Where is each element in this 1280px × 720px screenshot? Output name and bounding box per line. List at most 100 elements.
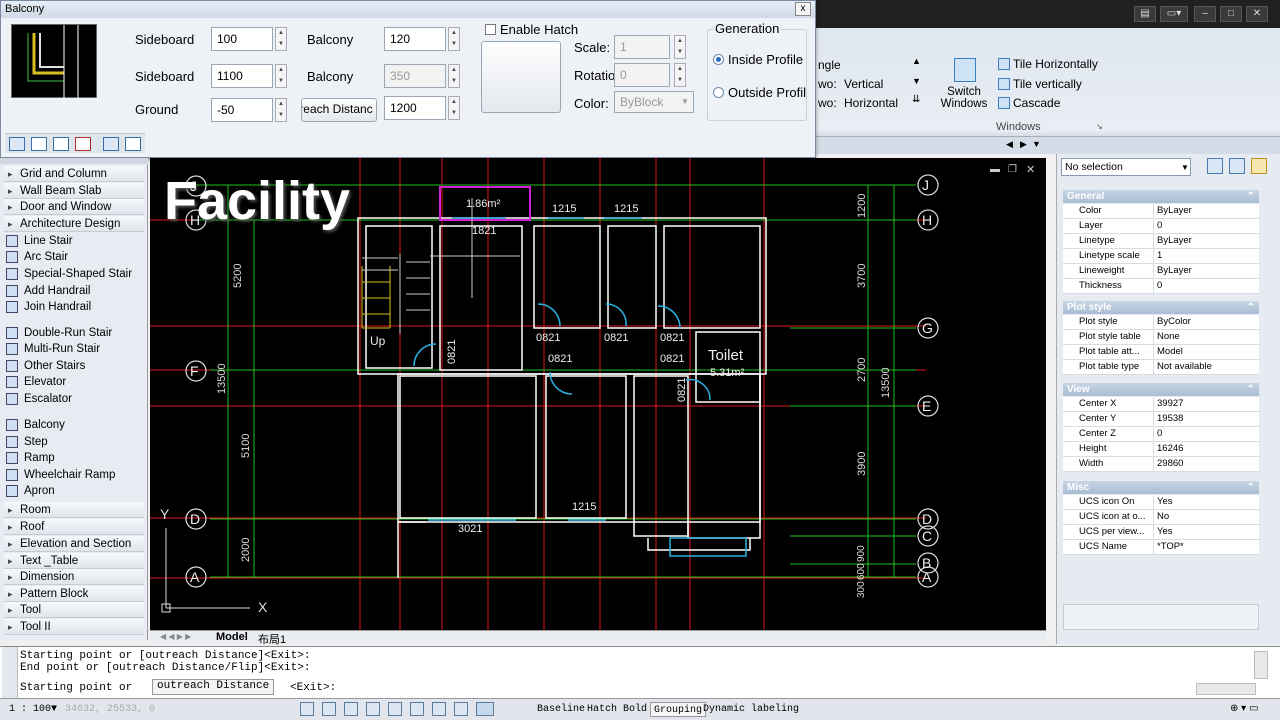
toolbar-icon[interactable]: ▤ [1134,6,1156,22]
spin-icon[interactable]: ▲ ▼ [275,98,287,122]
snap-toggle-icon[interactable] [322,702,336,716]
category-text-table[interactable]: Text _Table [4,553,144,569]
balcony-type-3-icon[interactable] [53,137,69,151]
category-wall-beam-slab[interactable]: Wall Beam Slab [4,183,144,199]
ortho-toggle-icon[interactable] [344,702,358,716]
scale-selector[interactable]: 1 : 100▼ [6,702,60,717]
property-row[interactable]: Center X 39927 [1063,397,1259,412]
otrack-toggle-icon[interactable] [410,702,424,716]
tool-item-ramp[interactable]: Ramp [4,450,144,466]
spin-icon[interactable]: ▲ ▼ [448,64,460,88]
scroll-up-icon[interactable]: ▲ [912,56,921,66]
status-dynamic-labeling[interactable]: Dynamic labeling [700,702,802,717]
property-value[interactable]: 0 [1153,279,1259,294]
hatch-pattern-button[interactable] [481,41,561,113]
section-header-general[interactable]: General ⌃ [1063,190,1259,203]
category-tool[interactable]: Tool [4,602,144,618]
select-icon[interactable] [125,137,141,151]
tool-item-line-stair[interactable]: Line Stair [4,233,144,249]
property-row[interactable]: UCS icon On Yes [1063,495,1259,510]
property-value[interactable]: Yes [1153,525,1259,540]
ribbon-list[interactable]: ngle wo: Vertical wo: Horizontal ▲ ▼ ⇊ [816,52,926,120]
toggle-pickadd-icon[interactable] [1207,158,1223,174]
tool-item-arc-stair[interactable]: Arc Stair [4,249,144,265]
rotation-input[interactable]: 0 [614,63,670,87]
property-value[interactable]: None [1153,330,1259,345]
section-header-misc[interactable]: Misc ⌃ [1063,481,1259,494]
canvas-restore-icon[interactable]: ❐ [1008,164,1017,175]
spin-icon[interactable]: ▲ ▼ [448,96,460,120]
spin-icon[interactable]: ▲ ▼ [674,63,686,87]
section-header-view[interactable]: View ⌃ [1063,383,1259,396]
select-objects-icon[interactable] [1229,158,1245,174]
view-dropdown-icon[interactable]: ▭▾ [1160,6,1188,22]
property-value[interactable]: ByLayer [1153,204,1259,219]
tool-item-elevator[interactable]: Elevator [4,374,144,390]
model-space-icon[interactable] [476,702,494,716]
property-value[interactable]: 29860 [1153,457,1259,472]
property-row[interactable]: Layer 0 [1063,219,1259,234]
property-row[interactable]: Plot style ByColor [1063,315,1259,330]
property-row[interactable]: Center Z0 [1063,427,1259,442]
status-hatch[interactable]: Hatch [584,702,620,717]
dyn-toggle-icon[interactable] [454,702,468,716]
draw-line-icon[interactable] [75,137,91,151]
lineweight-toggle-icon[interactable] [432,702,446,716]
category-roof[interactable]: Roof [4,519,144,535]
property-row[interactable]: Linetype scale 1 [1063,249,1259,264]
sideboard-input-1[interactable]: 100 [211,27,273,51]
spin-icon[interactable]: ▲ ▼ [448,27,460,51]
polar-toggle-icon[interactable] [366,702,380,716]
spin-icon[interactable]: ▲ ▼ [275,64,287,88]
horizontal-option[interactable]: Horizontal [844,96,898,110]
category-door-and-window[interactable]: Door and Window [4,199,144,215]
property-row[interactable]: Center Y 19538 [1063,412,1259,427]
tool-item-join-handrail[interactable]: Join Handrail [4,299,144,315]
enable-hatch-checkbox[interactable] [485,24,496,35]
outreach-distance-input[interactable]: 1200 [384,96,446,120]
property-value[interactable]: No [1153,510,1259,525]
property-row[interactable]: UCS Name *TOP* [1063,540,1259,555]
dialog-close-button[interactable]: x [795,2,811,16]
tool-item-wheelchair-ramp[interactable]: Wheelchair Ramp [4,467,144,483]
tool-item-apron[interactable]: Apron [4,483,144,499]
command-scrollbar[interactable] [1254,651,1268,679]
property-value[interactable]: ByColor [1153,315,1259,330]
drawing-canvas[interactable]: Facility ▬ ❐ ✕ J H F D A J H G E D C B A… [150,158,1046,630]
tool-item-other-stairs[interactable]: Other Stairs [4,358,144,374]
outreach-distance-option[interactable]: outreach Distance [152,679,275,695]
selection-dropdown[interactable]: No selection [1061,158,1191,176]
quick-select-icon[interactable] [1251,158,1267,174]
property-value[interactable]: ByLayer [1153,264,1259,279]
property-value[interactable]: Yes [1153,495,1259,510]
property-row[interactable]: Plot table type Not available [1063,360,1259,375]
property-row[interactable]: Height 16246 [1063,442,1259,457]
grid-toggle-icon[interactable] [300,702,314,716]
ground-input[interactable]: -50 [211,98,273,122]
property-row[interactable]: Plot table att... Model [1063,345,1259,360]
command-hscroll[interactable] [1196,683,1256,695]
property-row[interactable]: Thickness 0 [1063,279,1259,294]
category-grid-and-column[interactable]: Grid and Column [4,166,144,182]
osnap-toggle-icon[interactable] [388,702,402,716]
outreach-distance-button[interactable]: reach Distanc [301,98,377,122]
property-row[interactable]: Linetype ByLayer [1063,234,1259,249]
minimize-icon[interactable]: – [1194,6,1216,22]
tab-menu-icon[interactable]: ▼ [1032,139,1041,149]
vertical-option[interactable]: Vertical [844,77,883,91]
property-value[interactable]: 39927 [1153,397,1259,412]
property-value[interactable]: 0 [1153,427,1259,442]
sideboard-input-2[interactable]: 1100 [211,64,273,88]
property-row[interactable]: UCS icon at o... No [1063,510,1259,525]
tab-nav-icons[interactable]: ◀ ◀ ▶ ▶ [160,632,191,641]
tool-item-escalator[interactable]: Escalator [4,391,144,407]
switch-windows-button[interactable]: Switch Windows [936,58,992,114]
outside-profile-radio[interactable] [713,87,724,98]
property-value[interactable]: 1 [1153,249,1259,264]
pick-wall-icon[interactable] [103,137,119,151]
status-baseline[interactable]: Baseline [534,702,588,717]
scroll-down-icon[interactable]: ▼ [912,76,921,86]
property-value[interactable]: Not available [1153,360,1259,375]
section-header-plot-style[interactable]: Plot style ⌃ [1063,301,1259,314]
category-pattern-block[interactable]: Pattern Block [4,586,144,602]
